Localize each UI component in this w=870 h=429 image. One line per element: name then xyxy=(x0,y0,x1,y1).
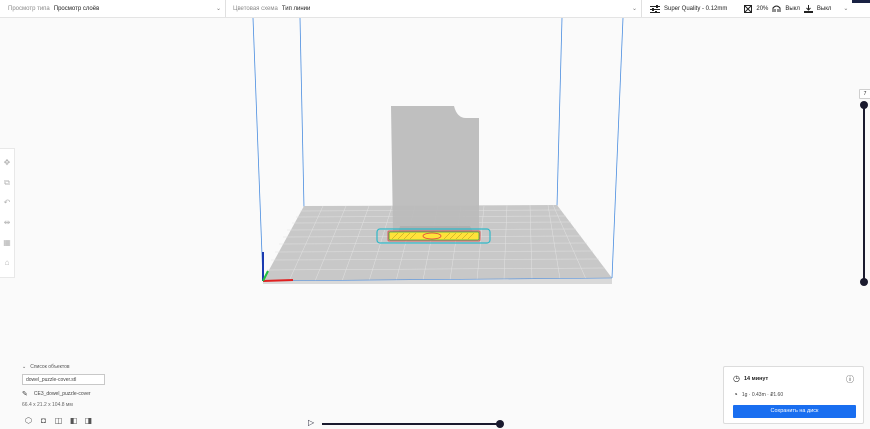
view-right-icon[interactable]: ◨ xyxy=(84,416,93,425)
layer-slider-top-handle[interactable] xyxy=(860,101,868,109)
view-3d-icon[interactable]: ⬡ xyxy=(24,416,33,425)
axis-x xyxy=(262,279,294,282)
print-summary-panel: ◷ 14 минут ⓘ ◔ 1g · 0.43m · ₽1.60 Сохран… xyxy=(723,366,864,424)
support-blocker-icon[interactable]: ⌂ xyxy=(5,259,10,267)
view-left-icon[interactable]: ◧ xyxy=(69,416,78,425)
left-toolbar: ✥ ⧉ ↶ ⇹ ▦ ⌂ xyxy=(0,148,15,278)
move-tool-icon[interactable]: ✥ xyxy=(4,159,11,167)
object-name: CE3_dowel_puzzle-cover xyxy=(33,391,91,397)
view-top-icon[interactable]: ◫ xyxy=(54,416,63,425)
simulation-slider-track[interactable] xyxy=(322,423,500,425)
clock-icon: ◷ xyxy=(733,374,740,383)
material-usage: 1g · 0.43m · ₽1.60 xyxy=(741,392,784,398)
pencil-icon[interactable]: ✎ xyxy=(22,390,28,398)
layer-slider-track[interactable] xyxy=(863,104,865,283)
print-time: 14 минут xyxy=(743,376,769,382)
per-model-settings-icon[interactable]: ▦ xyxy=(3,239,11,247)
object-list-panel: ⌄ Список объектов dowel_puzzle-cover.stl… xyxy=(22,364,222,408)
layer-number-label[interactable]: 7 xyxy=(859,89,870,99)
build-volume-edge xyxy=(252,17,264,282)
rotate-tool-icon[interactable]: ↶ xyxy=(4,199,11,207)
object-name-row: ✎ CE3_dowel_puzzle-cover xyxy=(22,390,222,398)
layer-slider-bottom-handle[interactable] xyxy=(860,278,868,286)
object-list-title: Список объектов xyxy=(30,364,70,370)
build-volume-edge xyxy=(611,17,624,279)
build-volume-edge xyxy=(299,17,305,209)
play-icon[interactable]: ▷ xyxy=(308,418,314,427)
object-list-toggle[interactable]: ⌄ Список объектов xyxy=(22,364,222,370)
info-icon[interactable]: ⓘ xyxy=(846,374,854,385)
material-row: ◔ 1g · 0.43m · ₽1.60 xyxy=(733,391,783,399)
object-list-item[interactable]: dowel_puzzle-cover.stl xyxy=(22,374,105,385)
object-dimensions: 66.4 x 21.2 x 104.8 мм xyxy=(22,402,73,408)
view-front-icon[interactable]: ◘ xyxy=(39,416,48,425)
simulation-slider-handle[interactable] xyxy=(496,420,504,428)
chevron-down-icon: ⌄ xyxy=(22,364,27,370)
camera-view-buttons: ⬡ ◘ ◫ ◧ ◨ xyxy=(24,416,93,425)
scale-tool-icon[interactable]: ⧉ xyxy=(4,179,10,187)
model-ghost xyxy=(391,106,479,232)
mirror-tool-icon[interactable]: ⇹ xyxy=(4,219,11,227)
spool-icon: ◔ xyxy=(733,390,738,399)
print-time-row: ◷ 14 минут xyxy=(733,375,768,383)
build-volume-edge xyxy=(556,17,563,207)
save-to-disk-button[interactable]: Сохранить на диск xyxy=(733,405,856,418)
